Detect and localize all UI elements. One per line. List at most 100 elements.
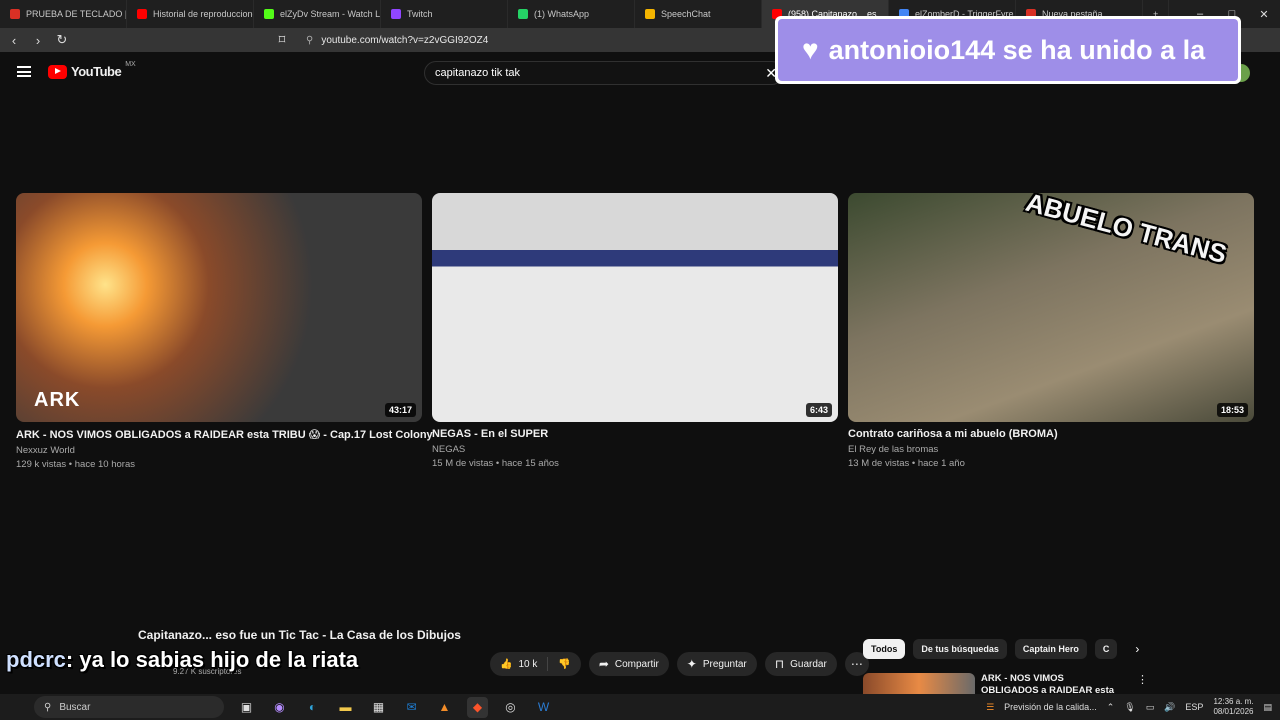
taskbar-search[interactable]: ⚲ Buscar: [34, 696, 224, 718]
vlc-icon[interactable]: ▲: [434, 697, 455, 718]
browser-tab[interactable]: SpeechChat: [635, 0, 762, 28]
share-button[interactable]: ➦ Compartir: [588, 652, 669, 676]
forward-icon[interactable]: ›: [28, 33, 48, 48]
video-thumbnail[interactable]: 6:43: [432, 193, 838, 422]
tab-favicon-icon: [10, 9, 20, 19]
url-text: youtube.com/watch?v=z2vGGI92OZ4: [321, 34, 489, 46]
store-icon[interactable]: ▦: [368, 697, 389, 718]
bookmark-icon[interactable]: ⌑: [272, 32, 292, 48]
like-dislike-group: 👍 10 k 👎: [490, 652, 581, 676]
tab-label: elZyDv Stream - Watch Liv: [280, 9, 381, 19]
heart-icon: ♥: [802, 34, 819, 65]
taskbar-search-text: Buscar: [59, 701, 91, 713]
video-title[interactable]: ARK - NOS VIMOS OBLIGADOS a RAIDEAR esta…: [16, 428, 433, 441]
video-title[interactable]: NEGAS - En el SUPER: [432, 428, 838, 440]
network-icon[interactable]: ▭: [1146, 702, 1155, 713]
video-channel[interactable]: NEGAS: [432, 444, 838, 455]
clock-date: 08/01/2026: [1213, 707, 1254, 716]
video-thumbnail[interactable]: ABUELO TRANS 18:53: [848, 193, 1254, 422]
language-indicator[interactable]: ESP: [1185, 702, 1203, 712]
browser-tab[interactable]: elZyDv Stream - Watch Liv: [254, 0, 381, 28]
tab-favicon-icon: [391, 9, 401, 19]
thumbnail-text: ABUELO TRANS: [1023, 193, 1231, 270]
back-icon[interactable]: ‹: [4, 33, 24, 48]
video-card[interactable]: 6:43 NEGAS - En el SUPER NEGAS 15 M de v…: [432, 193, 838, 470]
menu-icon[interactable]: [17, 66, 31, 77]
filter-chip[interactable]: Captain Hero: [1014, 639, 1087, 659]
url-field[interactable]: ⚲ youtube.com/watch?v=z2vGGI92OZ4: [306, 35, 488, 46]
word-icon[interactable]: W: [533, 697, 554, 718]
tab-label: Twitch: [407, 9, 433, 19]
file-explorer-icon[interactable]: ▬: [335, 697, 356, 718]
chat-username: pdcrc: [6, 647, 66, 672]
video-actions: 👍 10 k 👎 ➦ Compartir ✦ Preguntar ⊓ Guard…: [490, 652, 869, 676]
save-label: Guardar: [790, 658, 827, 670]
youtube-logo[interactable]: YouTube MX: [48, 61, 136, 79]
microphone-icon[interactable]: 🎙: [1124, 702, 1135, 713]
video-card[interactable]: ABUELO TRANS 18:53 Contrato cariñosa a m…: [848, 193, 1254, 470]
share-icon: ➦: [598, 657, 609, 671]
filter-chip[interactable]: De tus búsquedas: [913, 639, 1007, 659]
video-card[interactable]: ARK 43:17 ARK - NOS VIMOS OBLIGADOS a RA…: [16, 193, 433, 470]
thumbs-down-icon: 👎: [558, 658, 571, 670]
browser-tab[interactable]: (1) WhatsApp: [508, 0, 635, 28]
chat-overlay: pdcrc: ya lo sabias hijo de la riata: [6, 640, 366, 680]
task-view-icon[interactable]: ▣: [236, 697, 257, 718]
weather-text[interactable]: Previsión de la calida...: [1004, 702, 1097, 712]
alert-text: antonioio144 se ha unido a la: [828, 34, 1206, 65]
tab-label: Historial de reproduccione: [153, 9, 254, 19]
video-channel[interactable]: El Rey de las bromas: [848, 444, 1254, 455]
search-input[interactable]: capitanazo tik tak ✕: [424, 61, 784, 85]
related-video[interactable]: ARK - NOS VIMOS OBLIGADOS a RAIDEAR esta…: [863, 673, 1263, 695]
logo-text: YouTube: [71, 64, 122, 79]
video-thumbnail[interactable]: ARK 43:17: [16, 193, 422, 422]
outlook-icon[interactable]: ✉: [401, 697, 422, 718]
clock[interactable]: 12:36 a. m. 08/01/2026: [1213, 697, 1253, 717]
weather-icon: ☰: [986, 701, 995, 712]
video-meta: 13 M de vistas • hace 1 año: [848, 458, 965, 469]
windows-taskbar: ⚲ Buscar ▣ ◉ ◐ ▬ ▦ ✉ ▲ ◆ ◎ W ☰ Previsión…: [0, 694, 1280, 720]
obs-icon[interactable]: ◎: [500, 697, 521, 718]
browser-tab[interactable]: Historial de reproduccione: [127, 0, 254, 28]
video-duration: 6:43: [805, 403, 832, 417]
tray-chevron-icon[interactable]: ⌃: [1107, 702, 1115, 713]
reload-icon[interactable]: ↻: [52, 32, 72, 48]
related-filter-chips: Todos De tus búsquedas Captain Hero C ›: [863, 639, 1139, 659]
related-title[interactable]: ARK - NOS VIMOS OBLIGADOS a RAIDEAR esta…: [981, 673, 1121, 695]
video-duration: 18:53: [1216, 403, 1248, 417]
browser-tab[interactable]: Twitch: [381, 0, 508, 28]
like-count: 10 k: [518, 658, 538, 670]
ask-button[interactable]: ✦ Preguntar: [676, 652, 757, 676]
related-menu-icon[interactable]: ⋮: [1137, 673, 1148, 695]
video-meta: 129 k vistas • hace 10 horas: [16, 459, 135, 470]
close-window-button[interactable]: ✕: [1248, 8, 1280, 21]
tab-label: SpeechChat: [661, 9, 711, 19]
sparkle-icon: ✦: [686, 657, 697, 671]
site-info-icon[interactable]: ⚲: [306, 35, 313, 46]
tab-favicon-icon: [264, 9, 274, 19]
search-icon: ⚲: [44, 701, 52, 713]
chips-next-icon[interactable]: ›: [1135, 642, 1139, 656]
edge-icon[interactable]: ◐: [302, 697, 323, 718]
copilot-icon[interactable]: ◉: [269, 697, 290, 718]
volume-icon[interactable]: 🔊: [1164, 702, 1175, 713]
like-button[interactable]: 👍 10 k: [490, 652, 547, 676]
ask-label: Preguntar: [702, 658, 747, 670]
video-channel[interactable]: Nexxuz World: [16, 445, 422, 456]
save-button[interactable]: ⊓ Guardar: [764, 652, 837, 676]
tab-favicon-icon: [518, 9, 528, 19]
browser-tab[interactable]: PRUEBA DE TECLADO | On: [0, 0, 127, 28]
filter-chip[interactable]: C: [1094, 639, 1118, 659]
tab-label: PRUEBA DE TECLADO | On: [26, 9, 127, 19]
youtube-play-icon: [48, 64, 67, 79]
end-screen-videos: ARK 43:17 ARK - NOS VIMOS OBLIGADOS a RA…: [16, 193, 1254, 470]
dislike-button[interactable]: 👎: [548, 652, 580, 676]
brave-icon[interactable]: ◆: [467, 696, 488, 718]
thumbs-up-icon: 👍: [500, 658, 513, 670]
related-thumbnail[interactable]: [863, 673, 975, 695]
country-code: MX: [125, 61, 136, 68]
tab-favicon-icon: [137, 9, 147, 19]
notifications-icon[interactable]: ▤: [1263, 702, 1272, 713]
filter-chip[interactable]: Todos: [863, 639, 906, 659]
video-title[interactable]: Contrato cariñosa a mi abuelo (BROMA): [848, 428, 1254, 440]
